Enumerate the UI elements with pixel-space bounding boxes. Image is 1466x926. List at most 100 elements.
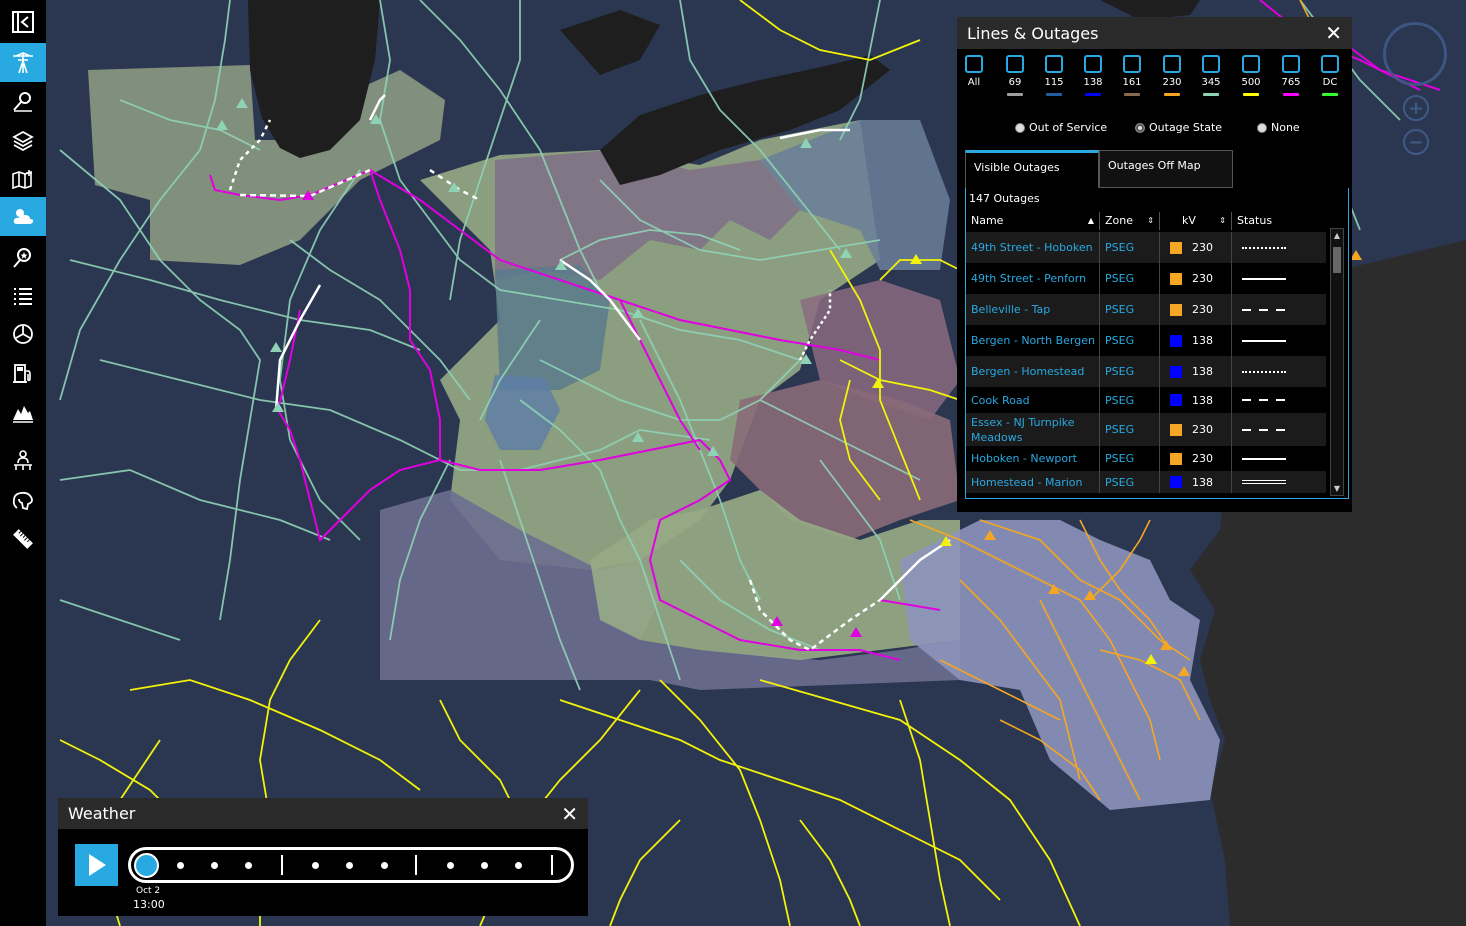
status-line-icon (1242, 308, 1286, 311)
kv-filter-500[interactable]: 500 (1234, 55, 1268, 96)
kv-filter-161[interactable]: 161 (1115, 55, 1149, 96)
outage-name[interactable]: Hoboken - Newport (966, 446, 1100, 471)
play-button[interactable] (75, 844, 118, 886)
radio-out-of-service[interactable]: Out of Service (1015, 121, 1107, 134)
outage-zone: PSEG (1100, 263, 1160, 294)
outage-name[interactable]: 49th Street - Penforn (966, 263, 1100, 294)
list-button[interactable] (0, 276, 46, 315)
kv-checkbox[interactable] (1321, 55, 1339, 73)
close-panel-button[interactable]: ✕ (1325, 23, 1342, 43)
kv-filter-765[interactable]: 765 (1274, 55, 1308, 96)
column-header-kv[interactable]: kV ⇕ (1160, 212, 1232, 230)
timeline-step[interactable] (312, 862, 319, 869)
kv-filter-69[interactable]: 69 (998, 55, 1032, 96)
collapse-sidebar-button[interactable] (0, 2, 46, 41)
table-row[interactable]: 49th Street - Hoboken PSEG 230 (966, 232, 1326, 263)
outage-kv: 138 (1160, 387, 1232, 413)
kv-checkbox[interactable] (1282, 55, 1300, 73)
table-scrollbar[interactable]: ▲ ▼ (1330, 228, 1344, 496)
ruler-button[interactable] (0, 519, 46, 558)
terrain-button[interactable] (0, 393, 46, 432)
layers-button[interactable] (0, 121, 46, 160)
timeline-step[interactable] (245, 862, 252, 869)
kv-filter-230[interactable]: 230 (1155, 55, 1189, 96)
outage-name[interactable]: Homestead - Marion (966, 471, 1100, 493)
outage-zone: PSEG (1100, 356, 1160, 387)
close-weather-button[interactable]: ✕ (561, 804, 578, 824)
radio-button[interactable] (1257, 122, 1267, 133)
dashboard-button[interactable] (0, 314, 46, 353)
timeline-step[interactable] (346, 862, 353, 869)
timeline-time: 13:00 (133, 898, 165, 911)
scroll-up-icon[interactable]: ▲ (1331, 231, 1343, 240)
kv-checkbox[interactable] (1084, 55, 1102, 73)
table-row[interactable]: Bergen - Homestead PSEG 138 (966, 356, 1326, 387)
table-row[interactable]: Belleville - Tap PSEG 230 (966, 294, 1326, 325)
kv-checkbox[interactable] (1045, 55, 1063, 73)
column-header-status[interactable]: Status (1232, 212, 1326, 230)
kv-checkbox[interactable] (1006, 55, 1024, 73)
table-row[interactable]: Hoboken - Newport PSEG 230 (966, 446, 1326, 471)
timeline-step[interactable] (381, 862, 388, 869)
radio-button[interactable] (1135, 122, 1145, 133)
map-pan-control[interactable] (1383, 22, 1447, 86)
timeline-step[interactable] (447, 862, 454, 869)
kv-filter-345[interactable]: 345 (1194, 55, 1228, 96)
timeline-step[interactable] (211, 862, 218, 869)
timeline-step[interactable] (481, 862, 488, 869)
kv-filter-115[interactable]: 115 (1037, 55, 1071, 96)
kv-checkbox[interactable] (1202, 55, 1220, 73)
outage-name[interactable]: Bergen - Homestead (966, 356, 1100, 387)
location-search-button[interactable] (0, 82, 46, 121)
kv-color-swatch (1170, 303, 1182, 316)
kv-filter-all[interactable]: All (957, 55, 991, 89)
outage-zone: PSEG (1100, 387, 1160, 413)
zoom-out-button[interactable]: − (1403, 129, 1429, 155)
timeline-day-marker (281, 855, 283, 875)
favorite-search-button[interactable] (0, 238, 46, 277)
power-lines-button[interactable] (0, 43, 46, 82)
outage-kv: 230 (1160, 446, 1232, 471)
kv-value: 138 (1192, 393, 1213, 407)
kv-color-swatch (1170, 452, 1182, 465)
weather-button[interactable] (0, 197, 46, 236)
time-slider[interactable] (128, 847, 574, 883)
timeline-step[interactable] (515, 862, 522, 869)
tab-outages-off-map[interactable]: Outages Off Map (1099, 150, 1233, 188)
kv-checkbox[interactable] (1163, 55, 1181, 73)
table-row[interactable]: Homestead - Marion PSEG 138 (966, 471, 1326, 493)
radio-none[interactable]: None (1257, 121, 1300, 134)
table-row[interactable]: Bergen - North Bergen PSEG 138 (966, 325, 1326, 356)
kv-checkbox[interactable] (1123, 55, 1141, 73)
outage-name[interactable]: Bergen - North Bergen (966, 325, 1100, 356)
tab-visible-outages[interactable]: Visible Outages (965, 150, 1099, 188)
table-row[interactable]: 49th Street - Penforn PSEG 230 (966, 263, 1326, 294)
scroll-thumb[interactable] (1333, 247, 1341, 273)
outage-name[interactable]: Belleville - Tap (966, 294, 1100, 325)
column-header-zone[interactable]: Zone ⇕ (1100, 212, 1160, 230)
kv-filter-dc[interactable]: DC (1313, 55, 1347, 96)
fuel-station-button[interactable] (0, 353, 46, 392)
kv-checkbox[interactable] (1242, 55, 1260, 73)
column-header-name[interactable]: Name ▲ (966, 212, 1100, 230)
table-row[interactable]: Essex - NJ Turnpike Meadows PSEG 230 (966, 413, 1326, 446)
scroll-down-icon[interactable]: ▼ (1331, 484, 1343, 493)
terrain-icon (13, 405, 33, 423)
outage-name[interactable]: Cook Road (966, 387, 1100, 413)
kv-color-swatch (1007, 93, 1023, 96)
radio-outage-state[interactable]: Outage State (1135, 121, 1222, 134)
table-row[interactable]: Cook Road PSEG 138 (966, 387, 1326, 413)
zoom-in-button[interactable]: + (1403, 95, 1429, 121)
time-slider-handle[interactable] (134, 853, 159, 878)
timeline-step[interactable] (177, 862, 184, 869)
kv-checkbox[interactable] (965, 55, 983, 73)
map-add-button[interactable] (0, 160, 46, 199)
outage-name[interactable]: 49th Street - Hoboken (966, 232, 1100, 263)
radio-button[interactable] (1015, 122, 1025, 133)
kv-label: 345 (1201, 77, 1221, 88)
brain-button[interactable] (0, 481, 46, 520)
outage-name[interactable]: Essex - NJ Turnpike Meadows (966, 413, 1100, 446)
kv-filter-138[interactable]: 138 (1076, 55, 1110, 96)
network-user-button[interactable] (0, 441, 46, 480)
collapse-icon (12, 10, 34, 33)
